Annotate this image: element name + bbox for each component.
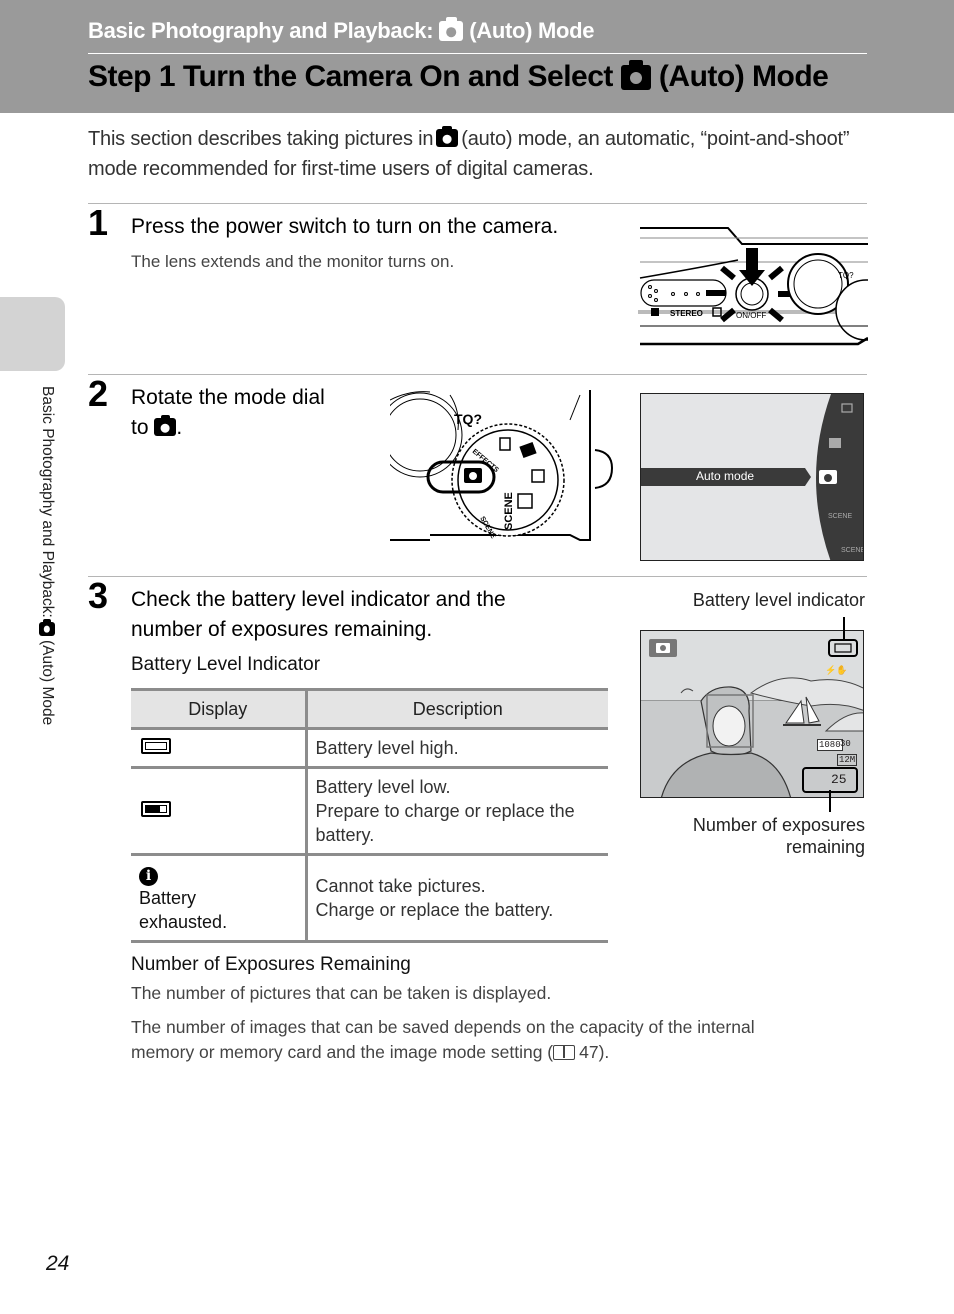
smart-portrait-scene-icon: SCENE <box>828 513 852 520</box>
description-cell: Cannot take pictures. Charge or replace … <box>306 854 608 943</box>
selected-mode-label: Auto mode <box>696 469 755 483</box>
capacity-text-line2: memory or memory card and the image mode… <box>131 1040 755 1065</box>
step-heading-line1: Rotate the mode dial <box>131 386 325 409</box>
chapter-tab <box>0 297 65 371</box>
auto-camera-icon <box>439 17 464 41</box>
table-title: Battery Level Indicator <box>131 654 321 675</box>
step-divider <box>88 203 867 204</box>
page-title-suffix: (Auto) Mode <box>658 60 829 93</box>
scene-icon: SCENE <box>841 547 864 554</box>
effects-icon <box>829 438 841 448</box>
side-label-prefix: Basic Photography and Playback: <box>39 386 56 618</box>
step-subtext: The lens extends and the monitor turns o… <box>131 252 455 271</box>
auto-camera-icon <box>39 619 55 636</box>
chapter-side-label: Basic Photography and Playback: (Auto) M… <box>38 386 56 725</box>
table-row: Battery level high. <box>131 728 608 769</box>
capacity-text-prefix: memory or memory card and the image mode… <box>131 1042 554 1062</box>
mode-dial-illustration: TQ? SCENE SCENE EFFECTS <box>390 390 614 541</box>
battery-indicator-callout: Battery level indicator <box>692 590 865 610</box>
step-heading: Press the power switch to turn on the ca… <box>131 215 559 238</box>
info-icon: i <box>139 867 158 886</box>
auto-camera-icon <box>620 60 651 90</box>
battery-callout-line <box>843 617 845 641</box>
step-number: 2 <box>88 373 109 414</box>
battery-level-table: Display Description Battery level high. … <box>131 688 608 943</box>
table-header-row: Display Description <box>131 688 608 730</box>
page-title-prefix: Step 1 Turn the Camera On and Select <box>88 60 613 93</box>
exposures-text: The number of pictures that can be taken… <box>131 983 552 1003</box>
step-divider <box>88 374 867 375</box>
step-heading: Rotate the mode dial to . <box>131 383 325 443</box>
step-heading-line2: to . <box>131 413 325 443</box>
description-line: Battery level high. <box>315 738 459 758</box>
description-line: Prepare to charge or replace the battery… <box>315 801 575 845</box>
page-title: Step 1 Turn the Camera On and Select (Au… <box>88 60 829 94</box>
section-title: Basic Photography and Playback: (Auto) M… <box>88 17 595 44</box>
intro-paragraph: This section describes taking pictures i… <box>88 124 878 184</box>
scene-label: SCENE <box>503 492 515 530</box>
exposures-callout: Number of exposures remaining <box>640 814 865 858</box>
frame-rate-readout: 30 <box>840 739 851 749</box>
column-header: Description <box>306 688 608 730</box>
section-title-prefix: Basic Photography and Playback: <box>88 18 434 43</box>
monitor-mode-menu: SCENE SCENE Auto mode <box>640 393 864 561</box>
stereo-label: STEREO <box>670 309 703 318</box>
capacity-text-suffix: ). <box>598 1042 610 1062</box>
step-number: 1 <box>88 202 109 243</box>
exposures-remaining-readout: 25 <box>831 772 847 787</box>
vibration-reduction-icon: ⚡✋ <box>825 664 847 676</box>
exposures-callout-line2: remaining <box>785 837 865 857</box>
exposures-heading: Number of Exposures Remaining <box>131 954 411 975</box>
table-row: i Battery exhausted. Cannot take picture… <box>131 854 608 943</box>
book-reference-icon <box>553 1045 576 1060</box>
description-line: Charge or replace the battery. <box>315 900 554 920</box>
battery-full-icon <box>141 738 171 754</box>
exposures-callout-line <box>829 790 831 812</box>
capacity-text-line1: The number of images that can be saved d… <box>131 1017 755 1037</box>
step-heading: Check the battery level indicator and th… <box>131 588 506 641</box>
intro-text-1: This section describes taking pictures i… <box>88 128 434 150</box>
description-cell: Battery level high. <box>306 728 608 769</box>
display-text: Battery exhausted. <box>139 888 228 932</box>
power-switch-illustration: STEREO ON/OFF TQ? <box>638 227 868 346</box>
header-band <box>0 0 954 113</box>
column-header: Display <box>131 688 308 730</box>
step-heading-line2-suffix: . <box>176 416 183 439</box>
display-cell <box>131 728 308 769</box>
page-number: 24 <box>46 1252 70 1275</box>
page-reference-link[interactable]: 47 <box>579 1042 598 1062</box>
step-divider <box>88 576 867 577</box>
description-cell: Battery level low. Prepare to charge or … <box>306 767 608 856</box>
table-row: Battery level low. Prepare to charge or … <box>131 767 608 856</box>
header-divider <box>88 53 867 54</box>
svg-text:TQ?: TQ? <box>838 271 854 280</box>
side-label-suffix: (Auto) Mode <box>39 639 56 726</box>
display-cell <box>131 767 308 856</box>
display-cell: i Battery exhausted. <box>131 854 308 943</box>
tele-help-label: TQ? <box>454 411 482 427</box>
exposures-callout-line1: Number of exposures <box>692 815 865 835</box>
on-off-label: ON/OFF <box>736 311 766 320</box>
description-line: Cannot take pictures. <box>315 876 486 896</box>
battery-full-icon <box>834 643 852 653</box>
section-title-suffix: (Auto) Mode <box>469 18 595 43</box>
image-size-readout: 12M <box>837 754 858 766</box>
exposures-capacity-text: The number of images that can be saved d… <box>131 1015 755 1065</box>
auto-camera-icon <box>154 414 177 436</box>
auto-camera-icon <box>436 125 459 147</box>
battery-low-icon <box>141 801 171 817</box>
step-number: 3 <box>88 575 109 616</box>
movie-mode-readout: 1080 <box>817 739 843 751</box>
description-line: Battery level low. <box>315 777 451 797</box>
step-heading-line2-prefix: to <box>131 416 149 439</box>
monitor-shooting-screen: ⚡✋ 1080 30 12M 25 <box>640 630 864 798</box>
